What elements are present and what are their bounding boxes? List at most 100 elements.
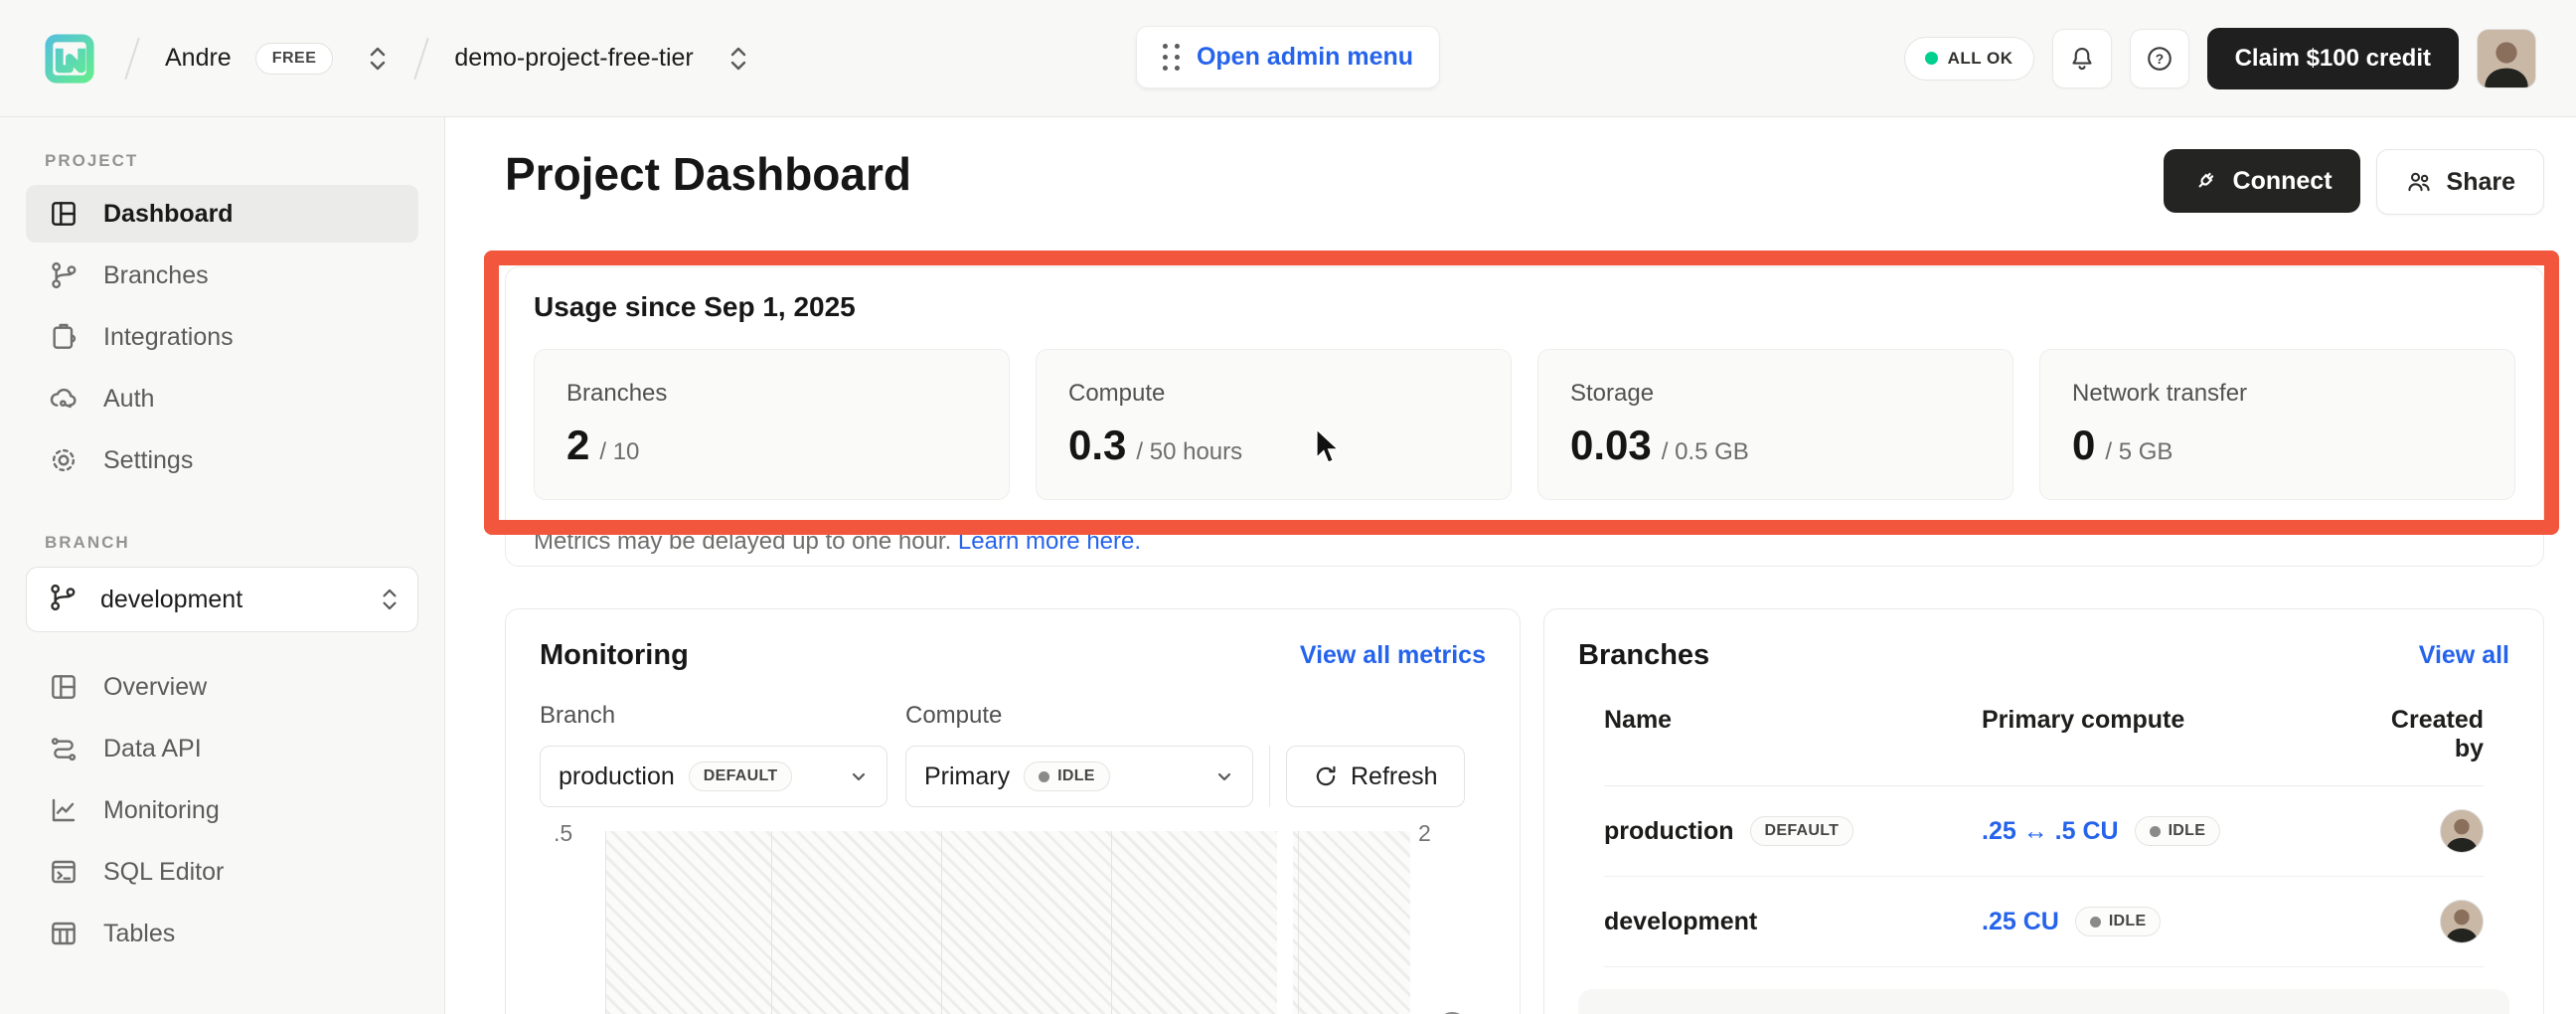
org-selector-icon[interactable] — [367, 44, 389, 74]
share-label: Share — [2447, 168, 2515, 197]
refresh-button[interactable]: Refresh — [1286, 746, 1465, 807]
sidebar-item-dashboard[interactable]: Dashboard — [26, 185, 418, 243]
share-button[interactable]: Share — [2376, 149, 2544, 215]
neon-logo-icon[interactable] — [40, 29, 99, 88]
route-icon — [46, 731, 81, 766]
sidebar-item-settings[interactable]: Settings — [26, 431, 418, 489]
view-all-metrics-link[interactable]: View all metrics — [1300, 641, 1486, 670]
help-button[interactable]: ? — [2130, 29, 2189, 88]
branch-row-development[interactable]: development .25 CU IDLE — [1604, 877, 2484, 967]
chevron-down-icon — [1214, 766, 1234, 786]
system-status-badge[interactable]: ALL OK — [1904, 37, 2034, 81]
sidebar-item-label: Overview — [103, 673, 207, 702]
svg-text:?: ? — [2155, 52, 2163, 67]
close-icon[interactable]: ✕ — [2459, 1007, 2482, 1014]
left-axis-tick: .5 — [554, 820, 572, 847]
branch-section-label: BRANCH — [45, 533, 444, 553]
usage-card-label: Branches — [566, 380, 977, 408]
sidebar-item-label: Dashboard — [103, 200, 234, 229]
usage-note-link[interactable]: Learn more here. — [958, 528, 1141, 555]
plan-badge: FREE — [255, 43, 334, 75]
notifications-button[interactable] — [2052, 29, 2112, 88]
integrations-icon — [46, 319, 81, 355]
idle-dot — [2150, 826, 2161, 837]
claim-credit-button[interactable]: Claim $100 credit — [2207, 28, 2459, 89]
column-header-created-by: Created by — [2364, 706, 2484, 763]
branch-row-production[interactable]: production DEFAULT .25 ↔ .5 CU IDLE — [1604, 786, 2484, 877]
sidebar-item-label: Data API — [103, 735, 202, 763]
monitoring-panel: Monitoring View all metrics Branch Compu… — [505, 608, 1521, 1014]
sidebar: PROJECT Dashboard Branches Integrations … — [0, 117, 445, 1014]
org-name[interactable]: Andre — [165, 44, 232, 73]
top-bar: Andre FREE demo-project-free-tier Open a… — [0, 0, 2576, 117]
sidebar-item-sql-editor[interactable]: SQL Editor — [26, 843, 418, 901]
usage-card-compute[interactable]: Compute 0.3 / 50 hours — [1036, 349, 1512, 500]
right-axis-tick: 2 — [1418, 820, 1431, 847]
usage-card-network[interactable]: Network transfer 0 / 5 GB — [2039, 349, 2515, 500]
sidebar-item-auth[interactable]: Auth — [26, 370, 418, 427]
plug-icon — [2191, 167, 2219, 195]
usage-note-text: Metrics may be delayed up to one hour. — [534, 528, 951, 555]
user-avatar[interactable] — [2477, 29, 2536, 88]
project-name[interactable]: demo-project-free-tier — [454, 44, 693, 73]
sidebar-item-label: Integrations — [103, 323, 234, 352]
compute-size-link[interactable]: .25 ↔ .5 CU — [1982, 817, 2119, 846]
branch-dropdown-value: production — [559, 762, 675, 791]
table-icon — [46, 916, 81, 951]
sidebar-item-integrations[interactable]: Integrations — [26, 308, 418, 366]
branch-name[interactable]: development — [1604, 908, 1757, 936]
usage-limit: / 50 hours — [1136, 438, 1242, 466]
branch-selector-value: development — [100, 586, 348, 614]
idle-dot — [2090, 917, 2101, 928]
sidebar-item-tables[interactable]: Tables — [26, 905, 418, 962]
usage-card-label: Compute — [1068, 380, 1479, 408]
compute-size-link[interactable]: .25 CU — [1982, 908, 2059, 936]
people-icon — [2405, 168, 2433, 196]
monitoring-chart-plot[interactable] — [605, 831, 1410, 1014]
chart-icon — [46, 792, 81, 828]
usage-limit: / 5 GB — [2105, 438, 2173, 466]
help-icon: ? — [2145, 44, 2174, 74]
branches-table-header: Name Primary compute Created by — [1604, 706, 2484, 786]
idle-status-badge: IDLE — [2135, 816, 2221, 846]
open-admin-menu-label: Open admin menu — [1197, 43, 1413, 72]
auth-cloud-icon — [46, 381, 81, 417]
connect-label: Connect — [2233, 167, 2333, 196]
branch-name[interactable]: production — [1604, 817, 1734, 846]
sidebar-item-label: Tables — [103, 920, 175, 948]
branch-icon — [47, 582, 79, 618]
app-window: Andre FREE demo-project-free-tier Open a… — [0, 0, 2576, 1014]
sidebar-item-monitoring[interactable]: Monitoring — [26, 781, 418, 839]
branch-dropdown[interactable]: production DEFAULT — [540, 746, 887, 807]
usage-card-label: Network transfer — [2072, 380, 2483, 408]
sidebar-item-branches[interactable]: Branches — [26, 247, 418, 304]
default-badge: DEFAULT — [689, 761, 793, 791]
branch-selector[interactable]: development — [26, 567, 418, 632]
usage-value: 0.3 — [1068, 422, 1126, 469]
branch-selector-chevrons-icon — [380, 586, 400, 613]
sidebar-item-overview[interactable]: Overview — [26, 658, 418, 716]
sidebar-item-data-api[interactable]: Data API — [26, 720, 418, 777]
idle-status-badge: IDLE — [1024, 761, 1110, 791]
usage-value: 0.03 — [1570, 422, 1652, 469]
overview-icon — [46, 669, 81, 705]
usage-card-storage[interactable]: Storage 0.03 / 0.5 GB — [1537, 349, 2013, 500]
breadcrumb-slash — [124, 37, 139, 79]
breadcrumb: Andre FREE demo-project-free-tier — [40, 29, 749, 88]
open-admin-menu-button[interactable]: Open admin menu — [1136, 26, 1440, 88]
project-selector-icon[interactable] — [727, 44, 749, 74]
breadcrumb-slash — [414, 37, 429, 79]
creator-avatar — [2440, 900, 2484, 943]
compute-dropdown[interactable]: Primary IDLE — [905, 746, 1253, 807]
sidebar-item-label: SQL Editor — [103, 858, 224, 887]
branch-icon — [46, 257, 81, 293]
sidebar-item-label: Settings — [103, 446, 193, 475]
top-bar-actions: ALL OK ? Claim $100 credit — [1904, 28, 2536, 89]
usage-card-branches[interactable]: Branches 2 / 10 — [534, 349, 1010, 500]
chart-gridline — [941, 831, 942, 1014]
chevron-down-icon — [849, 766, 869, 786]
connect-button[interactable]: Connect — [2164, 149, 2360, 213]
idle-dot — [1039, 771, 1049, 782]
page-title: Project Dashboard — [505, 147, 911, 201]
view-all-branches-link[interactable]: View all — [2419, 641, 2509, 670]
